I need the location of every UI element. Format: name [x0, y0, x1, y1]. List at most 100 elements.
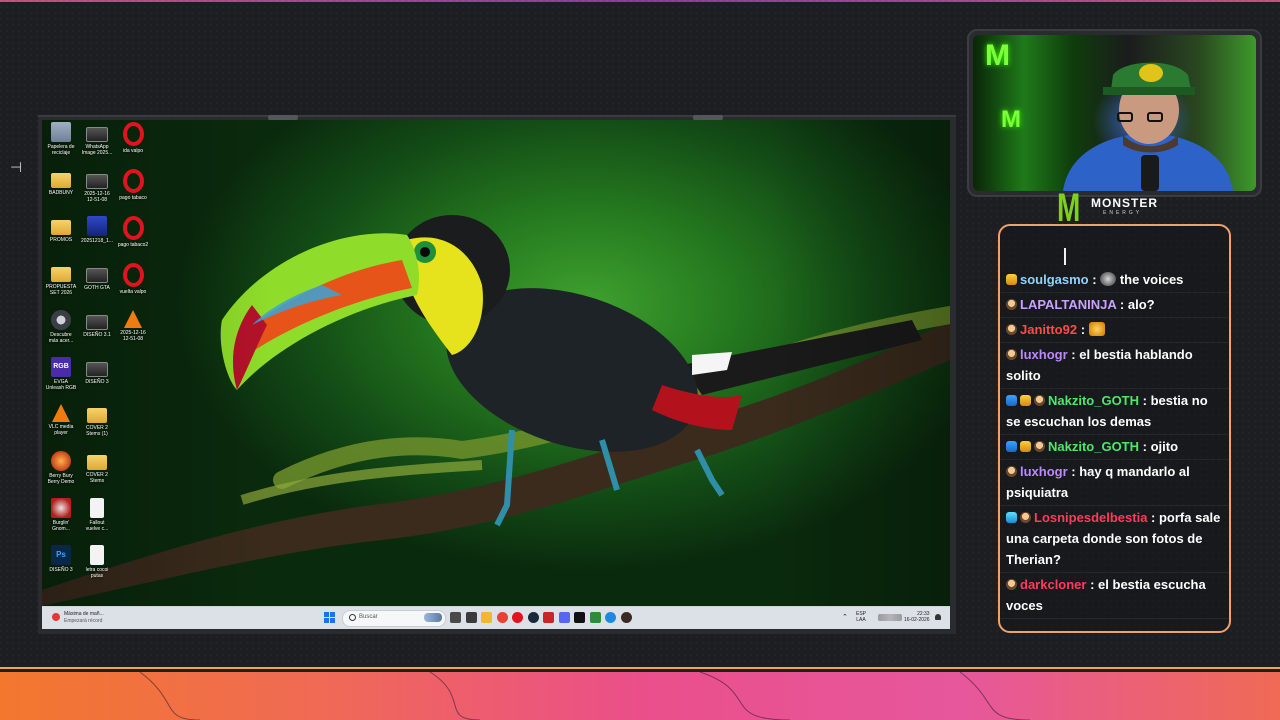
pin-icon: ⊣: [10, 159, 23, 175]
opera-icon[interactable]: [512, 612, 523, 623]
chat-username[interactable]: luxhogr: [1020, 347, 1068, 362]
steam-icon[interactable]: [527, 612, 539, 623]
desktop-icon[interactable]: Berry Bury Berry Demo: [42, 451, 80, 485]
monster-sign-icon: M: [985, 39, 1010, 72]
folder-icon[interactable]: [481, 612, 492, 623]
desktop-icon-label: VLC media player: [48, 424, 74, 436]
desktop-icon[interactable]: WhatsApp Image 2025...: [78, 122, 116, 156]
chat-username[interactable]: soulgasmo: [1020, 272, 1089, 287]
system-tray: ⌃ ESP LAA 22:33 16-02-2026: [842, 610, 942, 626]
file-explorer-icon[interactable]: [450, 612, 461, 623]
obs-icon[interactable]: [620, 612, 632, 623]
monster-can-icon: M: [1001, 106, 1021, 133]
emote-icon[interactable]: [1088, 322, 1105, 336]
mask-badge-icon[interactable]: [1034, 395, 1045, 406]
chat-message: Nakzito_GOTH : ojito: [1000, 435, 1229, 460]
chat-username[interactable]: Nakzito_GOTH: [1048, 439, 1139, 454]
xbox-icon[interactable]: [589, 612, 601, 623]
mail-icon[interactable]: [543, 612, 554, 623]
desktop-icon[interactable]: COVER 2 Stems: [78, 451, 116, 484]
chat-username[interactable]: Nakzito_GOTH: [1048, 393, 1139, 408]
blue-badge-icon[interactable]: [1006, 395, 1017, 406]
cyan-badge-icon[interactable]: [1006, 512, 1017, 523]
mask-badge-icon[interactable]: [1006, 349, 1017, 360]
gold-badge-icon[interactable]: [1020, 395, 1031, 406]
desktop-icon[interactable]: vuelta valpo: [114, 263, 152, 295]
opera-icon: [122, 263, 144, 287]
taskbar-search-box[interactable]: Buscar: [342, 610, 446, 627]
mask-badge-icon[interactable]: [1020, 512, 1031, 523]
vlc-icon: [52, 404, 70, 422]
vlc-icon: [124, 310, 142, 328]
chat-panel: soulgasmo : the voices LAPALTANINJA : alo…: [998, 224, 1231, 633]
desktop-icon-label: DISEÑO 3: [49, 567, 73, 573]
discord-icon[interactable]: [558, 612, 570, 623]
weather-alert-icon: [52, 613, 60, 621]
gold-badge-icon[interactable]: [1006, 274, 1017, 285]
chat-username[interactable]: Losnipesdelbestia: [1034, 510, 1147, 525]
chevron-up-icon[interactable]: ⌃: [842, 613, 848, 621]
mask-badge-icon[interactable]: [1006, 466, 1017, 477]
chat-message-list: soulgasmo : the voices LAPALTANINJA : alo…: [1000, 272, 1229, 619]
chat-separator: :: [1077, 322, 1086, 337]
sponsor-tagline: ENERGY: [1103, 210, 1143, 216]
windows-start-icon[interactable]: [324, 612, 335, 623]
desktop-icon[interactable]: COVER 2 Stems (1): [78, 404, 116, 437]
desktop-icon[interactable]: VLC media player: [42, 404, 80, 436]
emote-icon[interactable]: [1100, 272, 1117, 286]
desktop-icon[interactable]: 2025-12-16 12-51-08: [114, 310, 152, 342]
desktop-icon[interactable]: DISEÑO 3.1: [78, 310, 116, 338]
folder-icon: [87, 455, 107, 470]
notification-bell-icon[interactable]: [935, 614, 941, 620]
desktop-icon[interactable]: Ps DISEÑO 3: [42, 545, 80, 573]
desktop-icon[interactable]: PROMOS: [42, 216, 80, 243]
mask-badge-icon[interactable]: [1034, 441, 1045, 452]
clock-date: 16-02-2026: [904, 617, 930, 623]
mask-badge-icon[interactable]: [1006, 579, 1017, 590]
capcut-icon[interactable]: [574, 612, 585, 623]
gold-badge-icon[interactable]: [1020, 441, 1031, 452]
image-file-icon: [87, 216, 107, 236]
desktop-icon-label: GOTH GTA: [84, 285, 110, 291]
chat-username[interactable]: Janitto92: [1020, 322, 1077, 337]
desktop-icon-label: 2025-12-16 12-51-08: [84, 191, 110, 203]
desktop-icon[interactable]: letra cocoi putas: [78, 545, 116, 579]
mask-badge-icon[interactable]: [1006, 324, 1017, 335]
taskbar-clock[interactable]: 22:33 16-02-2026: [904, 611, 930, 623]
task-view-icon[interactable]: [465, 612, 477, 623]
desktop-icon-label: COVER 2 Stems (1): [86, 425, 108, 437]
system-icons[interactable]: [878, 614, 902, 621]
bottom-accent-line: [0, 667, 1280, 669]
desktop-icon[interactable]: BADBUNY: [42, 169, 80, 196]
mask-badge-icon[interactable]: [1006, 299, 1017, 310]
chrome-icon[interactable]: [496, 612, 508, 623]
chat-separator: :: [1139, 393, 1147, 408]
chat-username[interactable]: LAPALTANINJA: [1020, 297, 1116, 312]
desktop[interactable]: Papelera de reciclaje WhatsApp Image 2025…: [42, 120, 950, 606]
weather-widget[interactable]: Máxima de mañ... Empezará récord: [50, 610, 130, 626]
edge-icon[interactable]: [605, 612, 616, 623]
desktop-icon[interactable]: 2025-12-16 12-51-08: [78, 169, 116, 203]
desktop-icon[interactable]: Papelera de reciclaje: [42, 122, 80, 156]
desktop-icon[interactable]: ida valpo: [114, 122, 152, 154]
photoshop-icon: Ps: [51, 545, 71, 565]
desktop-icon[interactable]: PROPUESTA SET 2026: [42, 263, 80, 296]
desktop-icon[interactable]: GOTH GTA: [78, 263, 116, 291]
chat-separator: :: [1067, 464, 1076, 479]
blue-badge-icon[interactable]: [1006, 441, 1017, 452]
chat-username[interactable]: luxhogr: [1020, 464, 1068, 479]
language-indicator[interactable]: ESP LAA: [856, 611, 866, 623]
text-cursor: [1064, 248, 1066, 265]
desktop-icon[interactable]: RGB EVGA Unleash RGB: [42, 357, 80, 391]
chat-username[interactable]: darkcloner: [1020, 577, 1086, 592]
desktop-icon[interactable]: pago tabaco2: [114, 216, 152, 248]
video-file-icon: [86, 174, 108, 189]
desktop-icon[interactable]: DISEÑO 3: [78, 357, 116, 385]
desktop-icon[interactable]: Burglin' Gnom...: [42, 498, 80, 532]
opera-icon: [122, 122, 144, 146]
desktop-icon[interactable]: pago tabaco: [114, 169, 152, 201]
desktop-icon[interactable]: 20251218_1...: [78, 216, 116, 244]
desktop-icon[interactable]: Descubre más acer...: [42, 310, 80, 344]
desktop-icon[interactable]: Fallout vuelve c...: [78, 498, 116, 532]
desktop-icon-label: pago tabaco2: [117, 242, 149, 248]
